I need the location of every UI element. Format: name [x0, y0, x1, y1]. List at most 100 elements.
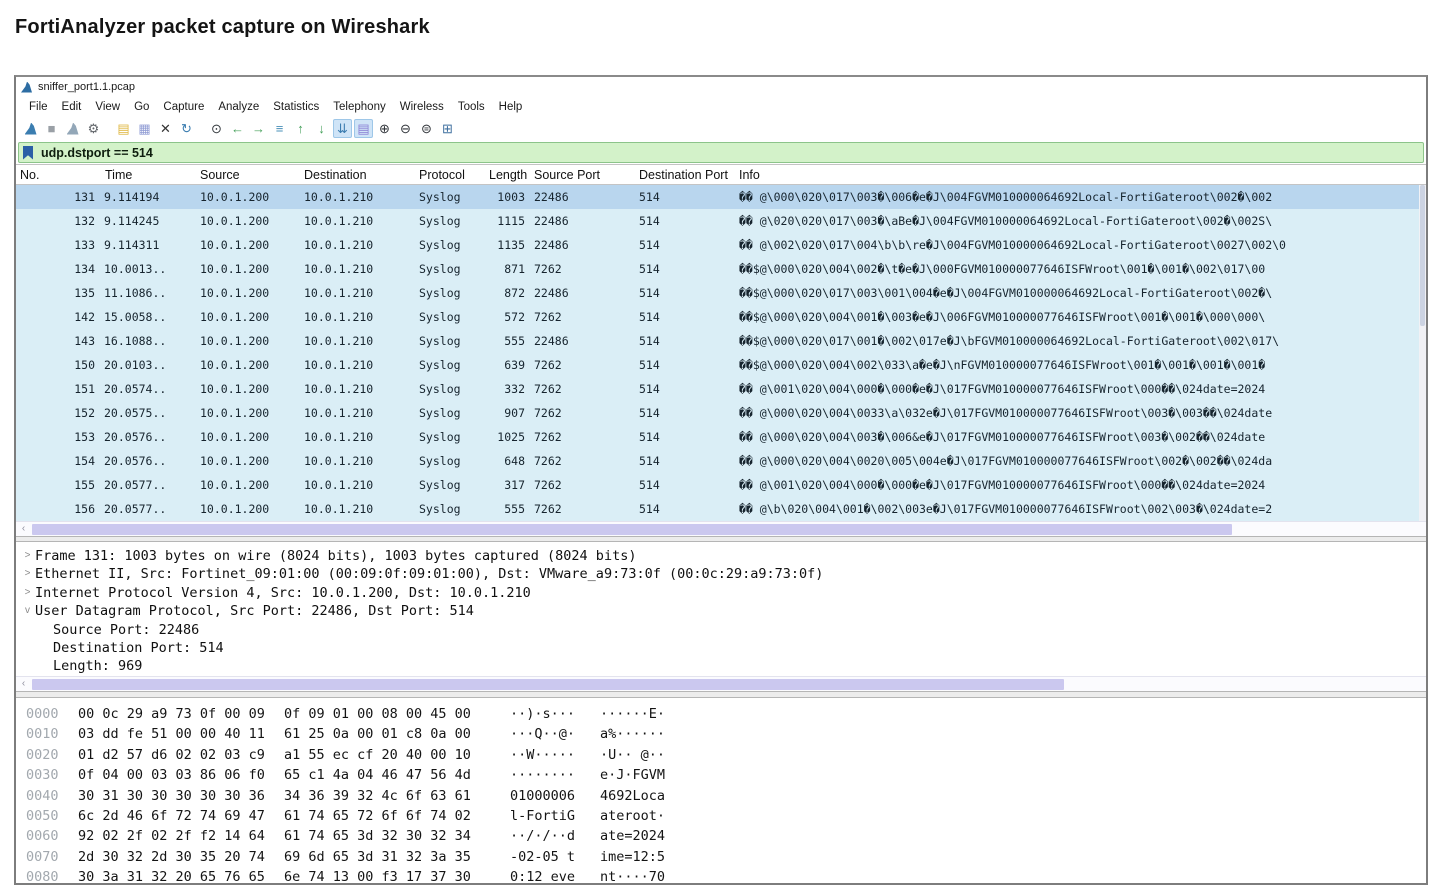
table-row[interactable]: 15420.0576..10.0.1.20010.0.1.210Syslog64…: [16, 449, 1426, 473]
colorize-icon[interactable]: ▤: [354, 119, 373, 138]
open-file-icon[interactable]: ▤: [114, 119, 133, 138]
stop-capture-icon[interactable]: ■: [42, 119, 61, 138]
hex-row[interactable]: 004030 31 30 30 30 30 30 3634 36 39 32 4…: [26, 786, 1426, 806]
hex-row[interactable]: 00506c 2d 46 6f 72 74 69 4761 74 65 72 6…: [26, 806, 1426, 826]
restart-capture-icon[interactable]: [63, 119, 82, 138]
auto-scroll-icon[interactable]: ⇊: [333, 119, 352, 138]
detail-line[interactable]: Source Port: 22486: [20, 621, 1426, 639]
table-row[interactable]: 15120.0574..10.0.1.20010.0.1.210Syslog33…: [16, 377, 1426, 401]
pane-splitter[interactable]: [16, 691, 1426, 698]
ascii-bytes: ime=12:5: [600, 847, 678, 867]
cell-info: �� @\002\020\017\004\b\b\re�J\004FGVM010…: [734, 238, 1426, 252]
detail-line[interactable]: Destination Port: 514: [20, 639, 1426, 657]
hex-row[interactable]: 002001 d2 57 d6 02 02 03 c9a1 55 ec cf 2…: [26, 745, 1426, 765]
packet-list-vertical-scrollbar[interactable]: [1419, 185, 1426, 521]
go-to-top-icon[interactable]: ↑: [291, 119, 310, 138]
table-row[interactable]: 15020.0103..10.0.1.20010.0.1.210Syslog63…: [16, 353, 1426, 377]
cell-protocol: Syslog: [414, 454, 484, 468]
scroll-thumb[interactable]: [32, 679, 1064, 690]
menu-wireless[interactable]: Wireless: [393, 101, 451, 113]
column-header-no[interactable]: No.: [16, 168, 100, 182]
detail-line[interactable]: vUser Datagram Protocol, Src Port: 22486…: [20, 602, 1426, 620]
hex-row[interactable]: 00300f 04 00 03 03 86 06 f065 c1 4a 04 4…: [26, 765, 1426, 785]
vertical-scroll-thumb[interactable]: [1420, 185, 1425, 326]
column-header-protocol[interactable]: Protocol: [414, 168, 484, 182]
detail-line[interactable]: >Ethernet II, Src: Fortinet_09:01:00 (00…: [20, 565, 1426, 583]
cell-time: 9.114245: [100, 214, 195, 228]
packet-list-horizontal-scrollbar[interactable]: ‹: [16, 521, 1426, 536]
zoom-reset-icon[interactable]: ⊜: [417, 119, 436, 138]
go-to-packet-icon[interactable]: ≡: [270, 119, 289, 138]
scroll-thumb[interactable]: [32, 524, 1232, 535]
table-row[interactable]: 1329.11424510.0.1.20010.0.1.210Syslog111…: [16, 209, 1426, 233]
filter-bookmark-icon[interactable]: [23, 146, 33, 160]
go-back-icon[interactable]: ←: [228, 119, 247, 138]
expand-arrow-icon[interactable]: >: [20, 584, 35, 602]
hex-row[interactable]: 00702d 30 32 2d 30 35 20 7469 6d 65 3d 3…: [26, 847, 1426, 867]
start-capture-icon[interactable]: [21, 119, 40, 138]
scroll-left-arrow-icon[interactable]: ‹: [16, 522, 31, 536]
hex-row[interactable]: 000000 0c 29 a9 73 0f 00 090f 09 01 00 0…: [26, 704, 1426, 724]
hex-bytes: 69 6d 65 3d 31 32 3a 35: [284, 847, 476, 867]
menu-telephony[interactable]: Telephony: [326, 101, 392, 113]
column-header-destination-port[interactable]: Destination Port: [634, 168, 734, 182]
reload-file-icon[interactable]: ↻: [177, 119, 196, 138]
collapse-arrow-icon[interactable]: v: [20, 602, 35, 620]
expand-arrow-icon[interactable]: >: [20, 565, 35, 583]
cell-time: 20.0577..: [100, 502, 195, 516]
cell-src_port: 7262: [529, 310, 634, 324]
column-header-source[interactable]: Source: [195, 168, 299, 182]
expand-arrow-icon[interactable]: >: [20, 547, 35, 565]
close-file-icon[interactable]: ✕: [156, 119, 175, 138]
table-row[interactable]: 13511.1086..10.0.1.20010.0.1.210Syslog87…: [16, 281, 1426, 305]
table-row[interactable]: 14316.1088..10.0.1.20010.0.1.210Syslog55…: [16, 329, 1426, 353]
display-filter-input[interactable]: udp.dstport == 514: [18, 142, 1424, 163]
hex-row[interactable]: 001003 dd fe 51 00 00 40 1161 25 0a 00 0…: [26, 724, 1426, 744]
detail-line[interactable]: Length: 969: [20, 657, 1426, 675]
cell-destination: 10.0.1.210: [299, 214, 414, 228]
cell-dst_port: 514: [634, 238, 734, 252]
menu-go[interactable]: Go: [127, 101, 156, 113]
cell-source: 10.0.1.200: [195, 286, 299, 300]
cell-source: 10.0.1.200: [195, 238, 299, 252]
column-header-destination[interactable]: Destination: [299, 168, 414, 182]
detail-line[interactable]: >Internet Protocol Version 4, Src: 10.0.…: [20, 584, 1426, 602]
menu-file[interactable]: File: [22, 101, 55, 113]
cell-dst_port: 514: [634, 430, 734, 444]
menu-help[interactable]: Help: [492, 101, 530, 113]
go-forward-icon[interactable]: →: [249, 119, 268, 138]
find-packet-icon[interactable]: ⊙: [207, 119, 226, 138]
table-row[interactable]: 13410.0013..10.0.1.20010.0.1.210Syslog87…: [16, 257, 1426, 281]
save-file-icon[interactable]: ▦: [135, 119, 154, 138]
column-header-time[interactable]: Time: [100, 168, 195, 182]
details-horizontal-scrollbar[interactable]: ‹: [16, 676, 1426, 691]
menu-view[interactable]: View: [88, 101, 127, 113]
table-row[interactable]: 1339.11431110.0.1.20010.0.1.210Syslog113…: [16, 233, 1426, 257]
menu-tools[interactable]: Tools: [451, 101, 492, 113]
menu-capture[interactable]: Capture: [156, 101, 211, 113]
go-to-bottom-icon[interactable]: ↓: [312, 119, 331, 138]
table-row[interactable]: 15220.0575..10.0.1.20010.0.1.210Syslog90…: [16, 401, 1426, 425]
scroll-left-arrow-icon[interactable]: ‹: [16, 677, 31, 691]
scroll-track[interactable]: [31, 523, 1426, 536]
column-header-info[interactable]: Info: [734, 168, 1426, 182]
hex-row[interactable]: 008030 3a 31 32 20 65 76 656e 74 13 00 f…: [26, 867, 1426, 883]
zoom-in-icon[interactable]: ⊕: [375, 119, 394, 138]
table-row[interactable]: 15620.0577..10.0.1.20010.0.1.210Syslog55…: [16, 497, 1426, 521]
scroll-track[interactable]: [31, 678, 1426, 691]
detail-line[interactable]: >Frame 131: 1003 bytes on wire (8024 bit…: [20, 547, 1426, 565]
table-row[interactable]: 15320.0576..10.0.1.20010.0.1.210Syslog10…: [16, 425, 1426, 449]
table-row[interactable]: 15520.0577..10.0.1.20010.0.1.210Syslog31…: [16, 473, 1426, 497]
menu-statistics[interactable]: Statistics: [266, 101, 326, 113]
column-header-source-port[interactable]: Source Port: [529, 168, 634, 182]
hex-row[interactable]: 006092 02 2f 02 2f f2 14 6461 74 65 3d 3…: [26, 826, 1426, 846]
capture-options-icon[interactable]: ⚙: [84, 119, 103, 138]
zoom-out-icon[interactable]: ⊖: [396, 119, 415, 138]
filter-toolbar: udp.dstport == 514: [16, 141, 1426, 164]
menu-analyze[interactable]: Analyze: [211, 101, 266, 113]
menu-edit[interactable]: Edit: [55, 101, 89, 113]
resize-columns-icon[interactable]: ⊞: [438, 119, 457, 138]
column-header-length[interactable]: Length: [484, 168, 529, 182]
table-row[interactable]: 14215.0058..10.0.1.20010.0.1.210Syslog57…: [16, 305, 1426, 329]
table-row[interactable]: 1319.11419410.0.1.20010.0.1.210Syslog100…: [16, 185, 1426, 209]
